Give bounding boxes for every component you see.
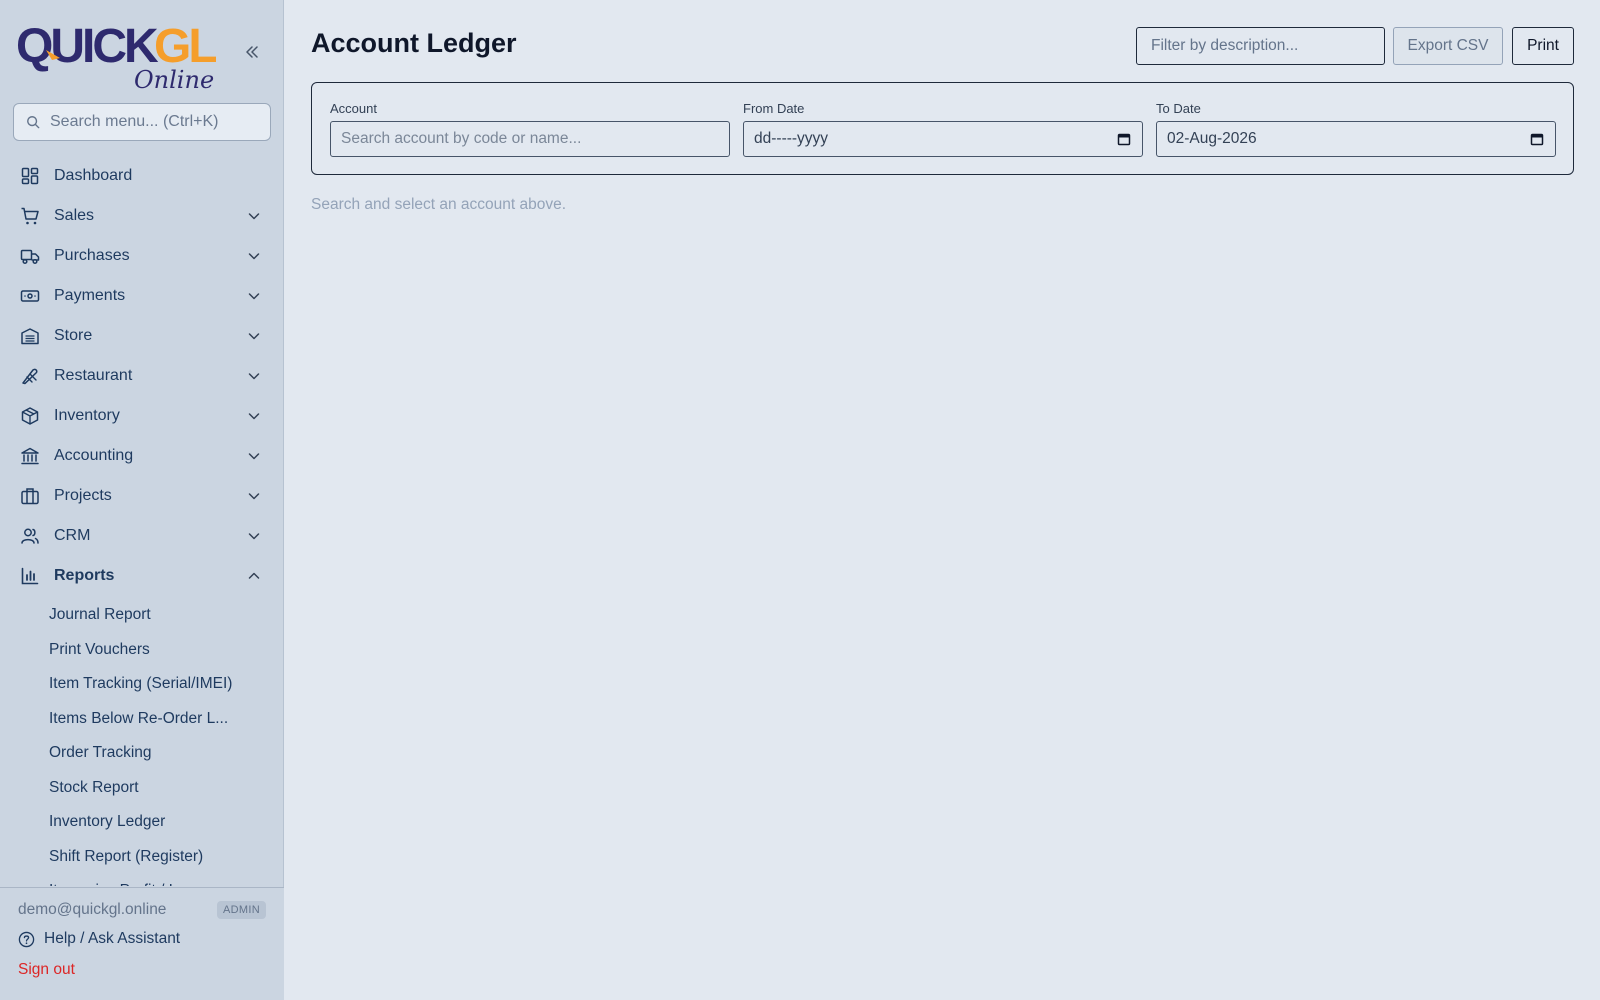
sidebar-item-label: CRM [54,527,91,544]
user-info: demo@quickgl.online ADMIN [18,901,266,919]
to-date-label: To Date [1156,101,1201,116]
sidebar-item-label: Sales [54,207,95,224]
from-date-label: From Date [743,101,805,116]
sidebar-item-label: Inventory [54,407,120,424]
submenu-item-print-vouchers[interactable]: Print Vouchers [0,633,284,668]
account-search-input[interactable] [341,130,681,148]
main-content: Account Ledger Export CSV Print Account … [284,0,1600,1000]
sidebar-item-label: Projects [54,487,112,504]
calendar-icon[interactable] [1116,131,1132,147]
chevron-down-icon [246,248,262,264]
sidebar-item-payments[interactable]: Payments [0,276,284,316]
print-button[interactable]: Print [1512,27,1574,65]
chevron-down-icon [246,368,262,384]
calendar-icon[interactable] [1529,131,1545,147]
sidebar-footer: demo@quickgl.online ADMIN Help / Ask Ass… [0,887,284,1000]
truck-icon [20,246,40,266]
help-label: Help / Ask Assistant [44,930,181,947]
sidebar-item-restaurant[interactable]: Restaurant [0,356,284,396]
help-circle-icon [18,931,35,947]
sidebar: QUICK GL Online Dashboard Sales Purchase… [0,0,284,1000]
chevron-down-icon [246,488,262,504]
empty-state-hint: Search and select an account above. [311,196,567,213]
sidebar-item-label: Payments [54,287,126,304]
chevron-down-icon [246,328,262,344]
chevron-down-icon [246,408,262,424]
submenu-item-item-tracking[interactable]: Item Tracking (Serial/IMEI) [0,667,284,702]
to-date-field: To Date 02-Aug-2026 [1156,101,1556,157]
sidebar-item-accounting[interactable]: Accounting [0,436,284,476]
account-input-box[interactable] [330,121,730,157]
sidebar-item-reports[interactable]: Reports [0,556,284,596]
description-filter-input[interactable] [1136,27,1385,65]
search-icon [27,116,40,129]
utensils-icon [20,366,40,386]
quickgl-logo[interactable]: QUICK GL Online [16,14,219,94]
role-badge: ADMIN [217,901,266,919]
users-icon [20,526,40,546]
submenu-item-items-below-reorder[interactable]: Items Below Re-Order L... [0,702,284,737]
account-field: Account [330,101,730,157]
submenu-item-journal-report[interactable]: Journal Report [0,598,284,633]
submenu-item-item-wise-profit-loss[interactable]: Item-wise Profit / Loss [0,874,284,886]
to-date-value: 02-Aug-2026 [1167,130,1257,147]
from-date-input[interactable]: dd-----yyyy [743,121,1143,157]
menu-search-box[interactable] [13,103,271,141]
chevron-down-icon [246,528,262,544]
submenu-item-shift-report[interactable]: Shift Report (Register) [0,840,284,875]
sidebar-item-label: Dashboard [54,167,133,184]
menu-search-input[interactable] [50,113,260,131]
export-csv-button[interactable]: Export CSV [1393,27,1503,65]
warehouse-icon [20,326,40,346]
submenu-item-order-tracking[interactable]: Order Tracking [0,736,284,771]
chevron-up-icon [246,568,262,584]
submenu-item-inventory-ledger[interactable]: Inventory Ledger [0,805,284,840]
from-date-value: dd-----yyyy [754,130,829,147]
sidebar-item-crm[interactable]: CRM [0,516,284,556]
svg-text:Online: Online [134,66,214,90]
ledger-filter-panel: Account From Date dd-----yyyy To Date 02… [311,82,1574,175]
account-label: Account [330,101,377,116]
sidebar-item-label: Restaurant [54,367,133,384]
sidebar-item-inventory[interactable]: Inventory [0,396,284,436]
sidebar-nav: Dashboard Sales Purchases Payments Store… [0,156,284,886]
sign-out-link[interactable]: Sign out [18,961,75,979]
chevron-down-icon [246,288,262,304]
user-email: demo@quickgl.online [18,901,167,918]
sidebar-item-sales[interactable]: Sales [0,196,284,236]
chevron-down-icon [246,448,262,464]
double-chevron-left-icon [246,46,258,58]
reports-submenu: Journal Report Print Vouchers Item Track… [0,596,284,886]
submenu-item-stock-report[interactable]: Stock Report [0,771,284,806]
help-assistant-link[interactable]: Help / Ask Assistant [18,930,180,948]
box-icon [20,406,40,426]
sidebar-item-store[interactable]: Store [0,316,284,356]
sidebar-item-label: Accounting [54,447,134,464]
sidebar-item-label: Store [54,327,93,344]
from-date-field: From Date dd-----yyyy [743,101,1143,157]
bank-icon [20,446,40,466]
sidebar-item-projects[interactable]: Projects [0,476,284,516]
dashboard-icon [20,166,40,186]
briefcase-icon [20,486,40,506]
banknote-icon [20,286,40,306]
bar-chart-icon [20,566,40,586]
sidebar-item-purchases[interactable]: Purchases [0,236,284,276]
collapse-sidebar-button[interactable] [240,40,264,64]
sidebar-item-label: Reports [54,567,115,584]
to-date-input[interactable]: 02-Aug-2026 [1156,121,1556,157]
sidebar-item-dashboard[interactable]: Dashboard [0,156,284,196]
page-title: Account Ledger [311,28,517,58]
chevron-down-icon [246,208,262,224]
sidebar-item-label: Purchases [54,247,130,264]
cart-icon [20,206,40,226]
